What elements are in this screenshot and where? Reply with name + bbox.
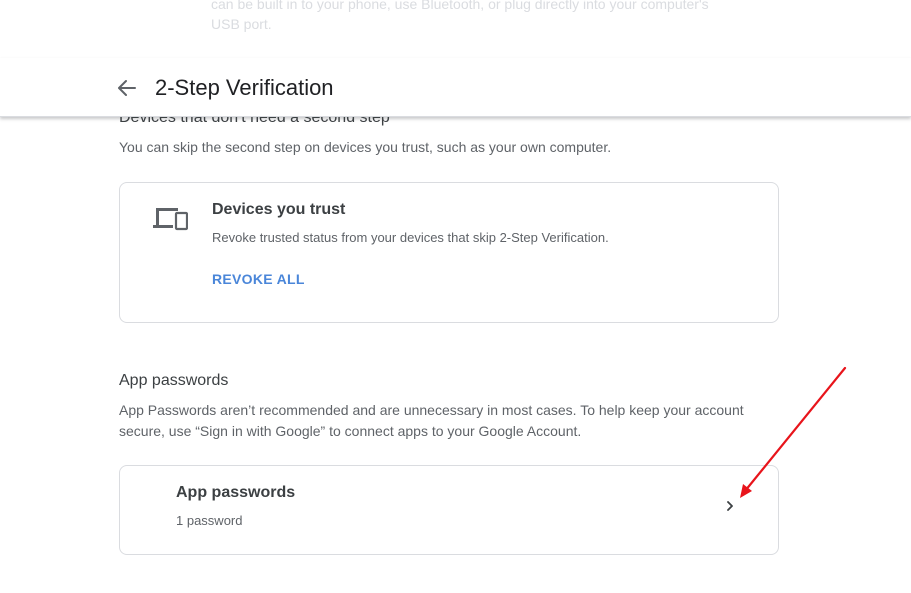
devices-icon: [152, 205, 189, 233]
app-passwords-description-line2: secure, use “Sign in with Google” to con…: [119, 423, 582, 439]
page-title: 2-Step Verification: [155, 75, 334, 100]
app-passwords-description-line1: App Passwords aren’t recommended and are…: [119, 402, 744, 418]
app-passwords-card-title: App passwords: [176, 484, 296, 501]
chevron-right-icon[interactable]: [720, 496, 740, 516]
app-passwords-heading: App passwords: [119, 372, 229, 389]
arrow-back-icon[interactable]: [114, 75, 140, 101]
app-passwords-card[interactable]: App passwords 1 password: [119, 465, 779, 555]
devices-you-trust-card: Devices you trust Revoke trusted status …: [119, 182, 779, 323]
top-app-bar: 2-Step Verification: [0, 58, 911, 117]
devices-you-trust-title: Devices you trust: [212, 201, 346, 218]
app-passwords-count: 1 password: [176, 513, 243, 528]
devices-you-trust-subtitle: Revoke trusted status from your devices …: [212, 230, 609, 245]
revoke-all-button[interactable]: REVOKE ALL: [212, 271, 305, 287]
trusted-devices-description: You can skip the second step on devices …: [119, 139, 612, 155]
faded-scrolled-text: can be built in to your phone, use Bluet…: [211, 0, 709, 32]
